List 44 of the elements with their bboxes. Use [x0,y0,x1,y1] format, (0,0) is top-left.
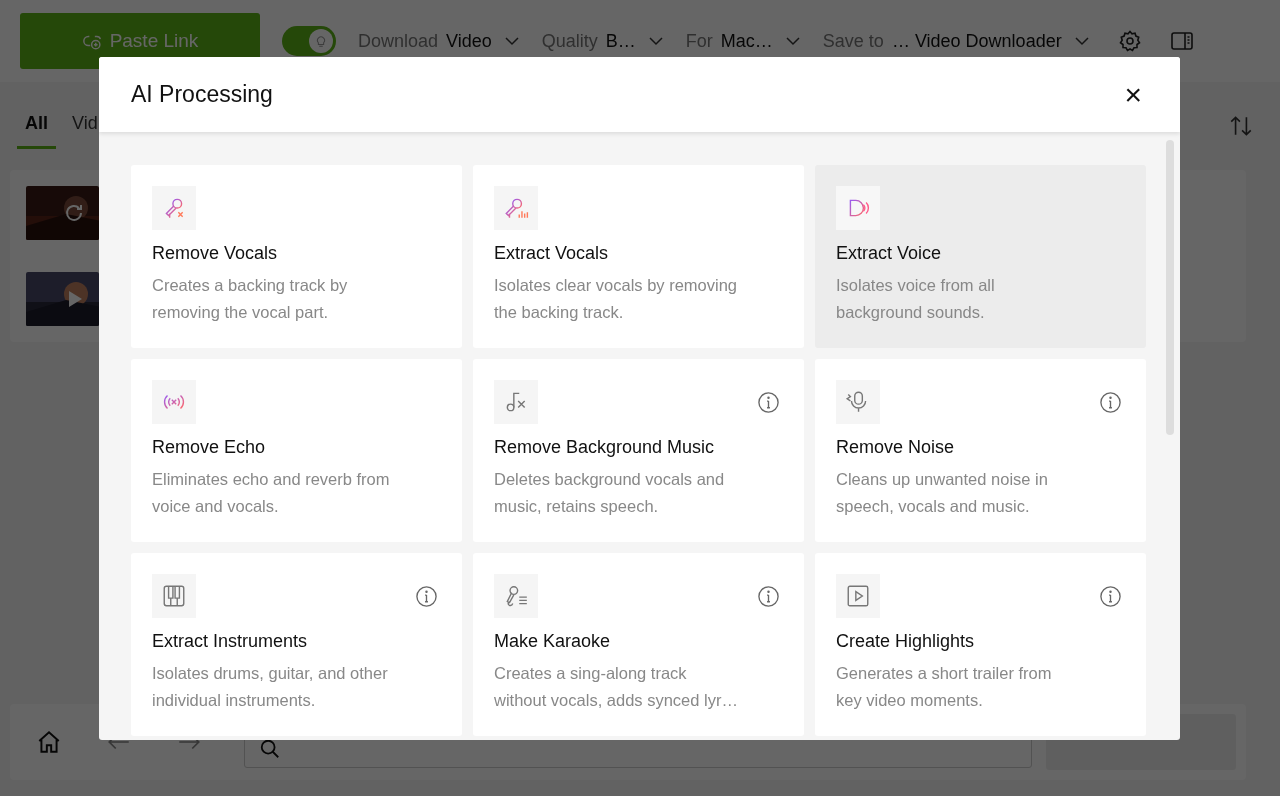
info-icon[interactable] [757,584,780,608]
card-description: Cleans up unwanted noise in speech, vocals and music. [836,469,1049,517]
info-icon[interactable] [757,390,780,414]
card-description: Isolates drums, guitar, and other individual instruments. [152,663,389,711]
search-icon [259,738,281,760]
play-square-icon [845,583,871,609]
card-description: Eliminates echo and reverb from voice and vocals. [152,469,391,517]
card-title: Remove Echo [152,437,267,458]
settings-icon[interactable] [1117,29,1142,53]
card-title: Make Karaoke [494,631,612,652]
card-title: Extract Vocals [494,243,610,264]
card-description: Isolates clear vocals by removing the backing track. [494,275,739,323]
card-title: Extract Voice [836,243,943,264]
feature-card[interactable]: Extract Instruments Isolates drums, guitar, and other individual instruments. [131,553,462,736]
mic-lines-icon [503,583,529,609]
bulb-icon [314,34,328,48]
feature-card[interactable]: Remove Noise Cleans up unwanted noise in speech, vocals and music. [815,359,1146,542]
feature-card[interactable]: Remove Vocals Creates a backing track by removing the vocal part. [131,165,462,348]
card-description: Generates a short trailer from key video moments. [836,663,1053,711]
feature-card[interactable]: Remove Background Music Deletes background vocals and music, retains speech. [473,359,804,542]
close-button[interactable]: × [1118,79,1148,110]
info-icon[interactable] [1099,584,1122,608]
feature-card[interactable]: Extract Vocals Isolates clear vocals by removing the backing track. [473,165,804,348]
card-description: Deletes background vocals and music, retains speech. [494,469,726,517]
piano-icon [161,583,187,609]
feature-card[interactable]: Remove Echo Eliminates echo and reverb from voice and vocals. [131,359,462,542]
card-title: Extract Instruments [152,631,309,652]
info-icon[interactable] [415,584,438,608]
card-title: Create Highlights [836,631,976,652]
card-description: Creates a sing-along track without vocals, adds synced lyr… [494,663,739,711]
card-title: Remove Background Music [494,437,716,458]
card-title: Remove Noise [836,437,956,458]
card-title: Remove Vocals [152,243,279,264]
toggle-switch[interactable] [282,26,336,56]
dialog-title: AI Processing [131,81,273,108]
info-icon[interactable] [1099,390,1122,414]
home-icon[interactable] [36,729,62,755]
feature-card[interactable]: Make Karaoke Creates a sing-along track without vocals, adds synced lyr… [473,553,804,736]
feature-card[interactable]: Create Highlights Generates a short trailer from key video moments. [815,553,1146,736]
card-description: Creates a backing track by removing the vocal part. [152,275,349,323]
card-description: Isolates voice from all background sounds. [836,275,996,323]
sort-icon[interactable] [1228,113,1254,139]
feature-card[interactable]: Extract Voice Isolates voice from all background sounds. [815,165,1146,348]
panel-icon[interactable] [1169,29,1194,53]
